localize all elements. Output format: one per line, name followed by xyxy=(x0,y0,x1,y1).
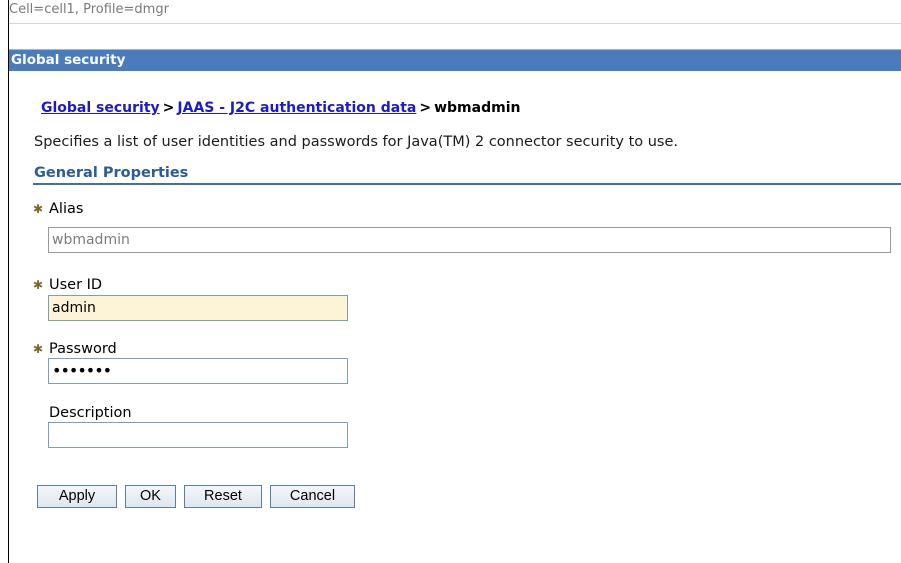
cancel-button[interactable]: Cancel xyxy=(270,485,355,508)
panel-title-bar: Global security xyxy=(9,49,901,71)
user-id-label-text: User ID xyxy=(49,277,103,293)
alias-field[interactable]: wbmadmin xyxy=(48,227,891,253)
left-border xyxy=(8,0,9,563)
required-field-icon: ✱ xyxy=(33,342,44,356)
required-field-icon: ✱ xyxy=(33,278,44,292)
apply-button[interactable]: Apply xyxy=(37,485,117,508)
alias-label: ✱ Alias xyxy=(33,200,83,218)
ok-button[interactable]: OK xyxy=(125,485,176,508)
password-field[interactable]: ••••••• xyxy=(48,358,348,384)
breadcrumb: Global security > JAAS - J2C authenticatio… xyxy=(41,98,520,118)
password-label: ✱ Password xyxy=(33,340,117,358)
breadcrumb-separator: > xyxy=(162,100,175,116)
section-title: General Properties xyxy=(34,165,189,181)
description-field[interactable] xyxy=(48,422,348,448)
user-id-label: ✱ User ID xyxy=(33,276,102,294)
section-divider xyxy=(33,183,901,185)
password-label-text: Password xyxy=(49,341,117,357)
alias-label-text: Alias xyxy=(49,201,84,217)
breadcrumb-separator: > xyxy=(419,100,432,116)
breadcrumb-link-jaas-j2c[interactable]: JAAS - J2C authentication data xyxy=(177,100,416,116)
reset-button[interactable]: Reset xyxy=(184,485,262,508)
required-field-icon: ✱ xyxy=(33,202,44,216)
context-bar: Cell=cell1, Profile=dmgr xyxy=(9,0,901,24)
breadcrumb-current: wbmadmin xyxy=(434,100,521,116)
panel-title: Global security xyxy=(11,52,126,68)
context-text: Cell=cell1, Profile=dmgr xyxy=(9,2,169,17)
breadcrumb-link-global-security[interactable]: Global security xyxy=(41,100,160,116)
user-id-field[interactable]: admin xyxy=(48,295,348,321)
page-description: Specifies a list of user identities and … xyxy=(34,134,679,150)
description-label: Description xyxy=(49,405,132,421)
